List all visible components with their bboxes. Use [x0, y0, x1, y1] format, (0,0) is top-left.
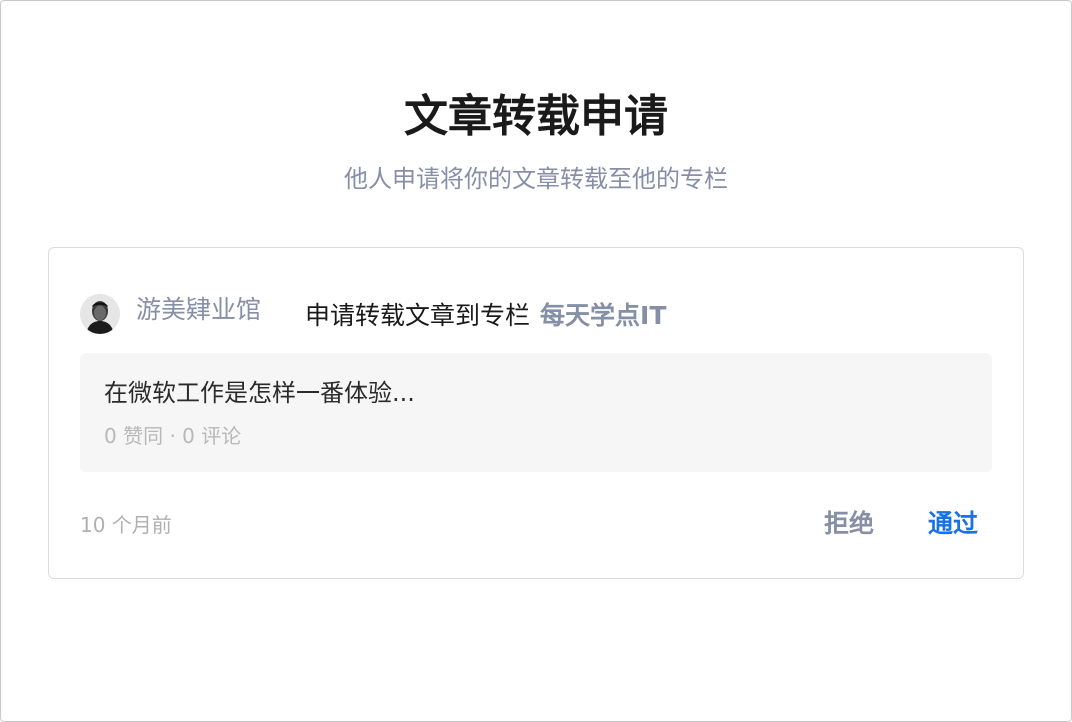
request-description: 申请转载文章到专栏 每天学点IT — [305, 298, 666, 334]
column-link[interactable]: 每天学点IT — [540, 301, 666, 330]
repost-request-dialog: 文章转载申请 他人申请将你的文章转载至他的专栏 游美肄业馆 申请转载文章到专栏每… — [0, 0, 1072, 722]
dialog-title: 文章转载申请 — [404, 91, 668, 142]
dialog-subtitle: 他人申请将你的文章转载至他的专栏 — [344, 165, 728, 193]
reject-button[interactable]: 拒绝 — [824, 506, 874, 542]
approve-button[interactable]: 通过 — [928, 506, 978, 542]
request-timestamp: 10 个月前 — [80, 513, 172, 537]
article-preview[interactable]: 在微软工作是怎样一番体验... 0 赞同 · 0 评论 — [80, 353, 992, 472]
request-card: 游美肄业馆 申请转载文章到专栏 每天学点IT 在微软工作是怎样一番体验... 0 … — [48, 247, 1024, 579]
avatar[interactable] — [80, 294, 120, 334]
request-action-text: 申请转载文章到专栏 — [305, 301, 531, 330]
applicant-name[interactable]: 游美肄业馆 — [136, 292, 261, 328]
user-avatar-icon — [80, 294, 120, 334]
article-title: 在微软工作是怎样一番体验... — [104, 379, 415, 407]
article-stats: 0 赞同 · 0 评论 — [104, 424, 242, 448]
